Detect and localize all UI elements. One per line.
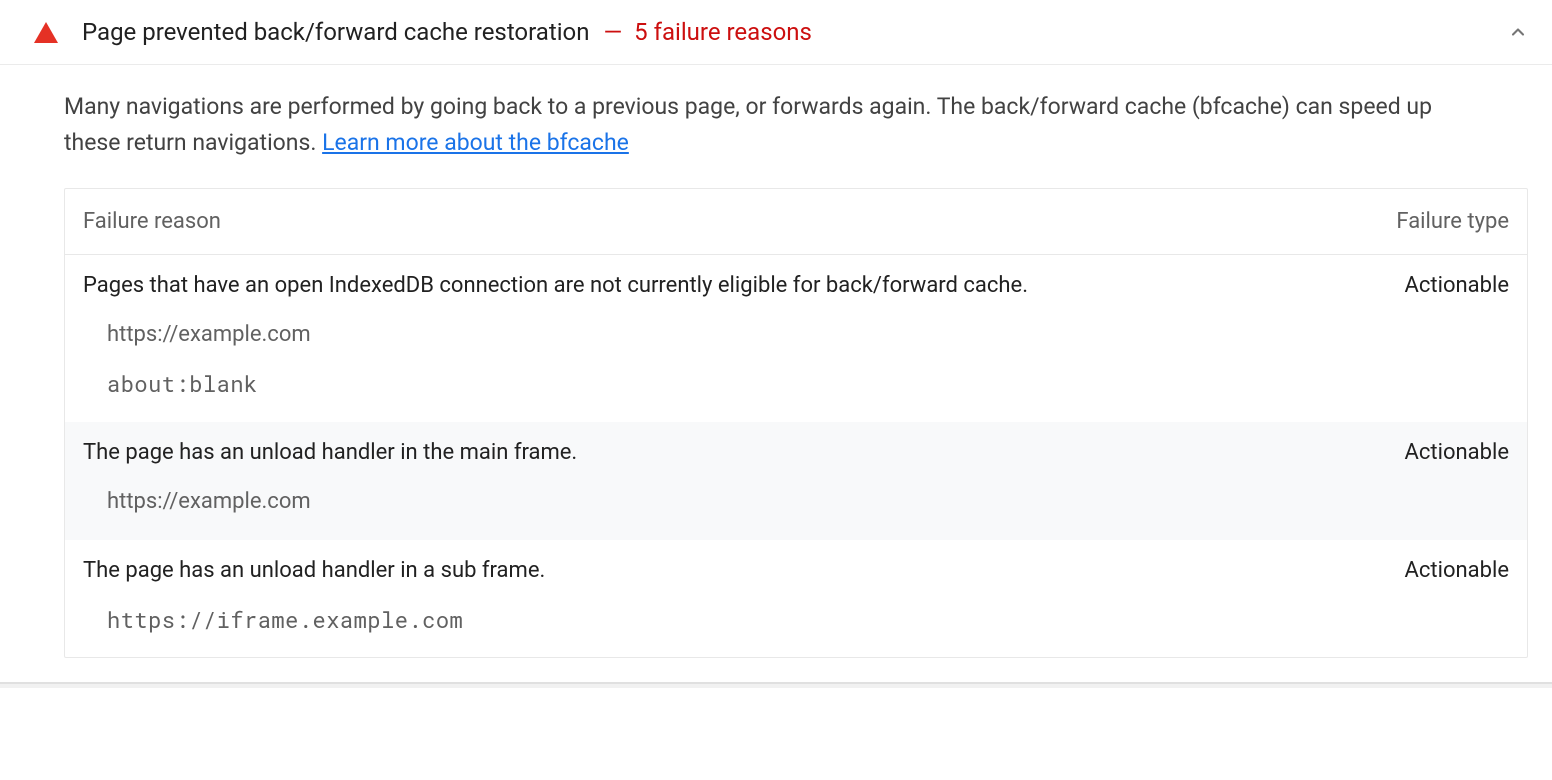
failure-type-text: Actionable [1349,440,1509,465]
audit-summary: — 5 failure reasons [603,18,811,46]
table-row: Pages that have an open IndexedDB connec… [65,255,1527,422]
failure-type-text: Actionable [1349,558,1509,583]
learn-more-link[interactable]: Learn more about the bfcache [322,129,629,156]
failure-type-text: Actionable [1349,273,1509,298]
audit-description-text: Many navigations are performed by going … [64,93,1432,156]
audit-summary-text: 5 failure reasons [634,18,812,46]
url-item: about:blank [107,369,1509,400]
col-header-type: Failure type [1349,209,1509,234]
audit-description: Many navigations are performed by going … [64,89,1494,160]
table-row: The page has an unload handler in a sub … [65,540,1527,658]
failure-table-head: Failure reason Failure type [65,189,1527,255]
col-header-reason: Failure reason [83,209,1349,234]
failure-reason-text: The page has an unload handler in the ma… [83,440,1349,465]
failure-reason-text: Pages that have an open IndexedDB connec… [83,273,1349,298]
table-row: The page has an unload handler in the ma… [65,422,1527,540]
audit-header[interactable]: Page prevented back/forward cache restor… [0,0,1552,65]
failure-rows-container: Pages that have an open IndexedDB connec… [65,255,1527,657]
chevron-up-icon [1508,22,1528,42]
url-item: https://example.com [107,320,1509,351]
audit-summary-dash: — [603,18,622,46]
url-list: https://iframe.example.com [83,605,1509,636]
warning-triangle-icon [34,22,58,43]
failure-table: Failure reason Failure type Pages that h… [64,188,1528,658]
url-item: https://iframe.example.com [107,605,1509,636]
url-item: https://example.com [107,487,1509,518]
audit-body: Many navigations are performed by going … [0,65,1552,682]
url-list: https://example.com [83,487,1509,518]
table-row-top: The page has an unload handler in a sub … [83,558,1509,583]
failure-reason-text: The page has an unload handler in a sub … [83,558,1349,583]
table-row-top: The page has an unload handler in the ma… [83,440,1509,465]
panel-footer-divider [0,683,1552,688]
audit-title: Page prevented back/forward cache restor… [82,18,589,46]
url-list: https://example.com about:blank [83,320,1509,400]
table-row-top: Pages that have an open IndexedDB connec… [83,273,1509,298]
audit-panel: Page prevented back/forward cache restor… [0,0,1552,683]
